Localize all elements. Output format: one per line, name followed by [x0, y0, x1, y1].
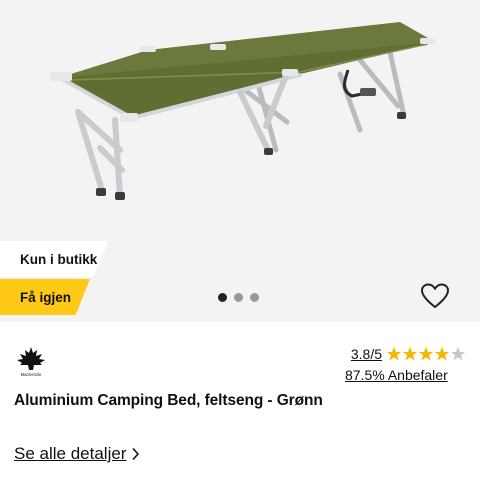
product-gallery[interactable]: Kun i butikk Få igjen: [0, 0, 480, 322]
see-all-details-label[interactable]: Se alle detaljer: [14, 444, 126, 464]
in-store-only-label: Kun i butikk: [20, 251, 98, 267]
see-all-details-link[interactable]: Se alle detaljer: [14, 444, 140, 464]
carousel-dot[interactable]: [250, 293, 259, 302]
brand-logo: MacKenzie: [17, 347, 45, 377]
heart-outline-icon[interactable]: [420, 282, 450, 310]
star-empty-icon: [451, 347, 465, 361]
in-store-only-badge: Kun i butikk: [0, 241, 108, 277]
carousel-indicator[interactable]: [218, 293, 259, 302]
carousel-dot[interactable]: [234, 293, 243, 302]
star-icon: [435, 347, 449, 361]
rating-score[interactable]: 3.8/5: [351, 346, 382, 362]
star-icon: [403, 347, 417, 361]
product-title: Aluminium Camping Bed, feltseng - Grønn: [14, 392, 323, 409]
star-icon: [419, 347, 433, 361]
brand-logo-text: MacKenzie: [21, 372, 42, 377]
recommend-percentage-link[interactable]: 87.5% Anbefaler: [345, 367, 448, 383]
rating-summary[interactable]: 3.8/5: [351, 346, 466, 362]
restock-label: Få igjen: [20, 289, 72, 305]
star-icon: [387, 347, 401, 361]
star-rating: [386, 346, 466, 362]
chevron-right-icon[interactable]: [131, 447, 140, 461]
carousel-dot[interactable]: [218, 293, 227, 302]
restock-badge: Få igjen: [0, 279, 90, 315]
